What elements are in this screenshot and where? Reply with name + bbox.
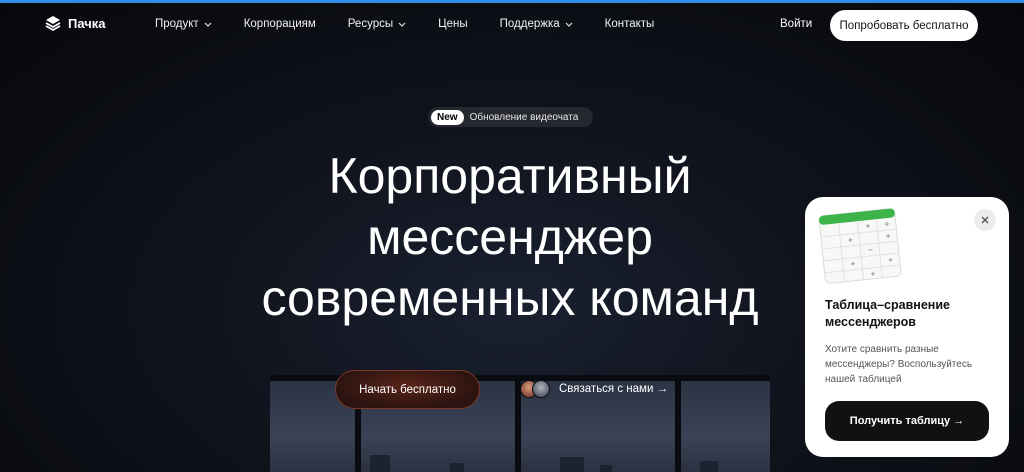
menu-item-label: Продукт (155, 18, 199, 30)
pachka-logo-icon (44, 14, 62, 32)
menu-item-label: Ресурсы (347, 18, 394, 30)
popup-description: Хотите сравнить разные мессенджеры? Восп… (825, 344, 973, 385)
spreadsheet-icon (818, 208, 902, 284)
chevron-down-icon (565, 22, 573, 27)
close-popup-button[interactable] (974, 209, 996, 231)
menu-item-resources[interactable]: Ресурсы (348, 18, 406, 30)
team-avatars (520, 380, 552, 398)
chevron-down-icon (398, 22, 406, 27)
main-menu: Продукт Корпорациям Ресурсы Цены Поддерж… (155, 18, 686, 30)
new-label: New (431, 109, 464, 125)
menu-item-support[interactable]: Поддержка (500, 18, 573, 30)
contact-us-link[interactable]: Связаться с нами → (520, 380, 668, 398)
contact-us-label: Связаться с нами → (559, 383, 669, 395)
popup-title: Таблица–сравнение мессенджеров (825, 298, 950, 329)
headline-line: современных команд (261, 270, 759, 326)
menu-item-label: Поддержка (499, 18, 560, 30)
menu-item-pricing[interactable]: Цены (438, 18, 468, 30)
news-badge[interactable]: New Обновление видеочата (428, 107, 593, 127)
menu-item-label: Контакты (604, 18, 655, 30)
menu-item-label: Корпорациям (243, 18, 316, 30)
get-table-button[interactable]: Получить таблицу → (825, 401, 989, 441)
top-navigation: Пачка Продукт Корпорациям Ресурсы Цены П… (0, 8, 1024, 42)
menu-item-corporations[interactable]: Корпорациям (244, 18, 316, 30)
logo-text: Пачка (68, 15, 106, 31)
start-free-button[interactable]: Начать бесплатно (335, 370, 480, 409)
menu-item-contacts[interactable]: Контакты (605, 18, 655, 30)
hero-headline: Корпоративный мессенджер современных ком… (150, 146, 870, 329)
headline-line: мессенджер (367, 209, 653, 265)
login-link[interactable]: Войти (780, 18, 812, 30)
headline-line: Корпоративный (328, 148, 692, 204)
try-free-button[interactable]: Попробовать бесплатно (830, 10, 978, 41)
avatar (532, 380, 550, 398)
logo[interactable]: Пачка (44, 14, 106, 32)
menu-item-product[interactable]: Продукт (155, 18, 212, 30)
menu-item-label: Цены (438, 18, 468, 30)
chevron-down-icon (204, 22, 212, 27)
comparison-popup: Таблица–сравнение мессенджеров Хотите ср… (805, 197, 1009, 457)
news-text: Обновление видеочата (469, 111, 579, 123)
close-icon (981, 216, 989, 224)
